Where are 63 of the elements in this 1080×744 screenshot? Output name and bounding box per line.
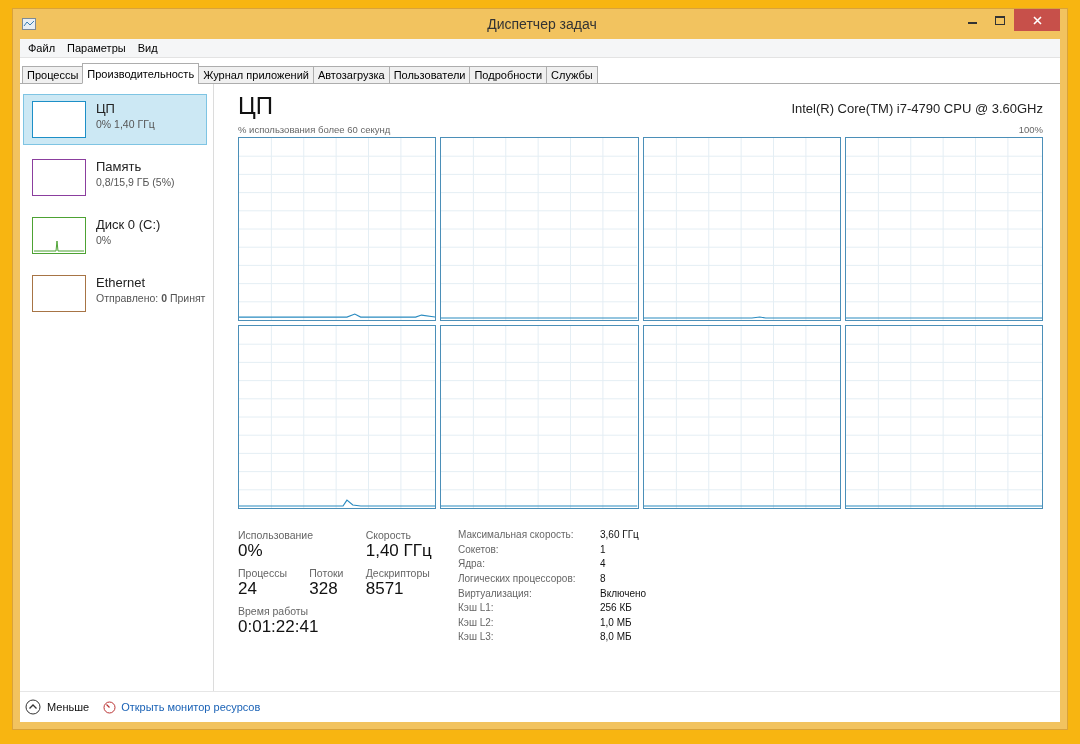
- close-icon: [1032, 15, 1042, 25]
- detail-label: Ядра:: [458, 558, 486, 570]
- tab[interactable]: Пользователи: [388, 66, 471, 84]
- processor-name: Intel(R) Core(TM) i7-4790 CPU @ 3.60GHz: [791, 101, 1043, 116]
- detail-value: Включено: [600, 587, 647, 600]
- graph-caption: % использования более 60 секунд: [238, 124, 391, 135]
- minimize-icon: [967, 22, 977, 24]
- maximize-icon: [995, 15, 1005, 25]
- graph-max-label: 100%: [1018, 124, 1043, 135]
- gauge-icon: [103, 700, 117, 714]
- tab[interactable]: Службы: [546, 66, 598, 84]
- menu-item[interactable]: Вид: [133, 41, 162, 55]
- tab[interactable]: Журнал приложений: [198, 66, 314, 84]
- sidebar-item-title: ЦП: [96, 101, 116, 116]
- panel-title: ЦП: [238, 92, 273, 120]
- sidebar-item[interactable]: Память 0,8/15,9 ГБ (5%): [23, 152, 207, 203]
- detail-label: Виртуализация:: [458, 587, 533, 600]
- collapse-icon: [25, 699, 41, 715]
- detail-value: 3,60 ГГц: [600, 529, 640, 541]
- detail-value: 8,0 МБ: [600, 631, 633, 643]
- sidebar-item-subtitle: 0%: [96, 234, 113, 246]
- stat-label: Процессы: [238, 567, 288, 579]
- menu-item[interactable]: Файл: [24, 41, 60, 55]
- detail-label: Сокетов:: [458, 543, 500, 556]
- stat-value: 1,40 ГГц: [365, 541, 433, 561]
- detail-label: Кэш L2:: [458, 616, 495, 629]
- tab[interactable]: Производительность: [82, 63, 200, 84]
- sidebar-item-title: Память: [96, 159, 143, 174]
- menu-item[interactable]: Параметры: [63, 41, 130, 55]
- stat-label: Использование: [238, 529, 315, 541]
- sidebar-item-subtitle: 0,8/15,9 ГБ (5%): [96, 176, 175, 188]
- sidebar-item-title: Ethernet: [96, 275, 147, 290]
- stat-value: 24: [238, 579, 258, 599]
- sidebar-item[interactable]: ЦП 0% 1,40 ГГц: [23, 94, 207, 145]
- detail-value: 256 КБ: [600, 602, 633, 614]
- detail-value: 1,0 МБ: [600, 616, 633, 629]
- detail-label: Кэш L3:: [458, 631, 495, 643]
- sidebar-item[interactable]: Ethernet Отправлено: 0 Принят: [23, 268, 207, 319]
- stat-value: 0%: [238, 541, 264, 561]
- stat-value: 328: [309, 579, 339, 599]
- detail-label: Логических процессоров:: [458, 572, 577, 585]
- detail-label: Максимальная скорость:: [458, 529, 575, 541]
- resource-monitor-link[interactable]: Открыть монитор ресурсов: [103, 700, 261, 714]
- stat-value: 8571: [365, 579, 405, 599]
- tab[interactable]: Подробности: [469, 66, 548, 84]
- sidebar-item-subtitle: 0% 1,40 ГГц: [96, 118, 155, 130]
- sidebar-item-title: Диск 0 (C:): [96, 217, 161, 232]
- detail-value: 4: [600, 558, 607, 570]
- detail-value: 8: [600, 572, 607, 585]
- app-icon: [22, 18, 36, 30]
- detail-label: Кэш L1:: [458, 602, 495, 614]
- fewer-details-button[interactable]: Меньше: [25, 699, 90, 715]
- window-title: Диспетчер задач: [486, 16, 598, 32]
- tab[interactable]: Процессы: [22, 66, 84, 84]
- sidebar-item[interactable]: Диск 0 (C:) 0%: [23, 210, 207, 261]
- sidebar-item-subtitle: Отправлено: 0 Принят: [96, 292, 206, 304]
- tab[interactable]: Автозагрузка: [312, 66, 390, 84]
- stat-label: Потоки: [309, 567, 345, 579]
- stat-label: Время работы: [238, 605, 310, 617]
- stat-label: Скорость: [365, 529, 413, 541]
- detail-value: 1: [600, 543, 607, 556]
- stat-label: Дескрипторы: [365, 567, 431, 579]
- stat-value: 0:01:22:41: [238, 617, 320, 637]
